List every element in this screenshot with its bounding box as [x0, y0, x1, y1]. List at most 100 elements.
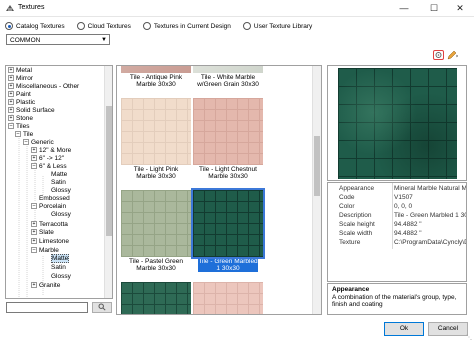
- tree-item[interactable]: Matte: [51, 171, 67, 179]
- tree-item[interactable]: Satin: [51, 179, 66, 187]
- app-icon: [5, 3, 15, 13]
- texture-tile[interactable]: Tile - White Marble w/Green Grain 30x30: [193, 66, 263, 88]
- texture-caption: Tile - Pastel Green Marble 30x30: [129, 258, 183, 272]
- tree-item[interactable]: + Miscellaneous - Other: [8, 83, 79, 91]
- tree-item[interactable]: + Solid Surface: [8, 107, 55, 115]
- chevron-down-icon: ▼: [101, 37, 107, 43]
- description-text: A combination of the material's group, t…: [332, 293, 457, 309]
- texture-settings-button[interactable]: [433, 50, 444, 60]
- property-row[interactable]: Code V1507: [328, 193, 466, 202]
- title-bar: Textures — ☐ ✕: [0, 0, 474, 17]
- tree-item-generic[interactable]: – Generic: [23, 139, 54, 147]
- property-row[interactable]: Scale width 94.4882 ": [328, 229, 466, 238]
- tree-item[interactable]: –6" & Less: [31, 163, 67, 171]
- scrollbar-thumb[interactable]: [106, 106, 112, 236]
- window-title: Textures: [18, 4, 45, 11]
- texture-swatch: [193, 282, 263, 314]
- properties-grid[interactable]: AppearanceMineral Marble Natural Matte C…: [327, 182, 467, 282]
- property-row[interactable]: Scale height 94.4882 ": [328, 220, 466, 229]
- tree-item[interactable]: – Porcelain: [31, 203, 66, 211]
- tree-item[interactable]: Glossy: [51, 211, 71, 219]
- radio-catalog-textures[interactable]: Catalog Textures: [5, 22, 65, 30]
- radio-label: User Texture Library: [253, 22, 313, 30]
- close-button[interactable]: ✕: [446, 0, 474, 17]
- radio-user-texture-library[interactable]: User Texture Library: [242, 22, 313, 30]
- tree-item-matte-selected[interactable]: Matte: [51, 254, 70, 263]
- texture-tile-selected[interactable]: Tile - Green Marbled 1 30x30: [191, 188, 265, 272]
- texture-swatch: [193, 66, 263, 73]
- radio-label: Textures in Current Design: [153, 22, 231, 30]
- radio-dot: [142, 22, 151, 30]
- radio-textures-current-design[interactable]: Textures in Current Design: [142, 22, 231, 30]
- texture-swatch: [193, 98, 263, 165]
- tree-item[interactable]: + Terracotta: [31, 221, 68, 229]
- texture-tile[interactable]: [121, 282, 191, 314]
- tree-item[interactable]: + Paint: [8, 91, 31, 99]
- tree-item[interactable]: + Limestone: [31, 238, 69, 246]
- texture-settings-icon: [435, 52, 442, 58]
- search-icon: [98, 303, 106, 311]
- tree-item-tile[interactable]: – Tile: [15, 131, 33, 139]
- tree-item[interactable]: Embossed: [39, 195, 70, 203]
- property-row[interactable]: AppearanceMineral Marble Natural Matte: [328, 184, 466, 193]
- texture-swatch: [121, 66, 191, 73]
- texture-preview-image: [338, 68, 457, 179]
- tree-item[interactable]: + Plastic: [8, 99, 35, 107]
- texture-caption: Tile - Green Marbled 1 30x30: [198, 258, 258, 272]
- texture-tile[interactable]: [193, 282, 263, 314]
- maximize-button[interactable]: ☐: [420, 0, 448, 17]
- radio-label: Cloud Textures: [87, 22, 131, 30]
- texture-swatch: [121, 190, 191, 257]
- radio-label: Catalog Textures: [16, 22, 65, 30]
- texture-swatch: [121, 98, 191, 165]
- radio-dot: [242, 22, 251, 30]
- radio-cloud-textures[interactable]: Cloud Textures: [76, 22, 131, 30]
- texture-tile[interactable]: Tile - Light Chestnut Marble 30x30: [193, 98, 263, 180]
- tree-item[interactable]: +12" & More: [31, 147, 71, 155]
- category-select[interactable]: COMMON ▼: [6, 34, 110, 45]
- cancel-button[interactable]: Cancel: [428, 322, 468, 336]
- tree-item[interactable]: Satin: [51, 264, 66, 272]
- texture-tile[interactable]: Tile - Antique Pink Marble 30x30: [121, 66, 191, 88]
- search-button[interactable]: [92, 302, 112, 313]
- tree-item[interactable]: + Slate: [31, 229, 54, 237]
- description-heading: Appearance: [332, 286, 370, 293]
- tree-item[interactable]: +6" -> 12": [31, 155, 64, 163]
- tree-scrollbar[interactable]: [104, 66, 112, 298]
- tree-item[interactable]: + Granite: [31, 282, 60, 290]
- tree-item-tiles[interactable]: – Tiles: [8, 123, 29, 131]
- resize-grip-icon[interactable]: ⋱: [466, 334, 472, 341]
- tree-item[interactable]: + Stone: [8, 115, 33, 123]
- property-row[interactable]: DescriptionTile - Green Marbled 1 30x30: [328, 211, 466, 220]
- texture-swatch: [191, 188, 265, 259]
- scrollbar-thumb[interactable]: [314, 136, 320, 196]
- tree-item[interactable]: + Mirror: [8, 75, 33, 83]
- texture-tile[interactable]: Tile - Pastel Green Marble 30x30: [121, 190, 191, 272]
- category-select-value: COMMON: [10, 36, 41, 44]
- tree-item[interactable]: + Metal: [8, 67, 32, 75]
- property-row[interactable]: Color 0, 0, 0: [328, 202, 466, 211]
- radio-dot: [5, 22, 13, 30]
- property-description: Appearance A combination of the material…: [327, 283, 467, 315]
- radio-dot: [76, 22, 85, 30]
- search-input[interactable]: [6, 302, 88, 313]
- source-radio-group: Catalog Textures Cloud Textures Textures…: [5, 20, 324, 32]
- category-tree[interactable]: + Metal + Mirror + Miscellaneous - Other + P…: [5, 65, 113, 299]
- texture-caption: Tile - Light Chestnut Marble 30x30: [199, 166, 257, 180]
- tree-item[interactable]: Glossy: [51, 273, 71, 281]
- texture-caption: Tile - White Marble w/Green Grain 30x30: [197, 74, 259, 88]
- texture-swatch: [121, 282, 191, 314]
- texture-tile[interactable]: Tile - Light Pink Marble 30x30: [121, 98, 191, 180]
- texture-preview: [327, 65, 467, 181]
- property-row[interactable]: TextureC:\ProgramData\Cyncly\Desi: [328, 238, 466, 247]
- tree-item[interactable]: Glossy: [51, 187, 71, 195]
- close-icon: ✕: [456, 3, 464, 13]
- minimize-icon: —: [399, 3, 409, 13]
- texture-caption: Tile - Antique Pink Marble 30x30: [129, 74, 183, 88]
- minimize-button[interactable]: —: [390, 0, 418, 17]
- texture-caption: Tile - Light Pink Marble 30x30: [133, 166, 179, 180]
- edit-texture-button[interactable]: [447, 50, 458, 60]
- ok-button[interactable]: Ok: [384, 322, 424, 336]
- texture-grid[interactable]: Tile - Antique Pink Marble 30x30 Tile - …: [116, 65, 322, 315]
- grid-scrollbar[interactable]: [312, 66, 321, 314]
